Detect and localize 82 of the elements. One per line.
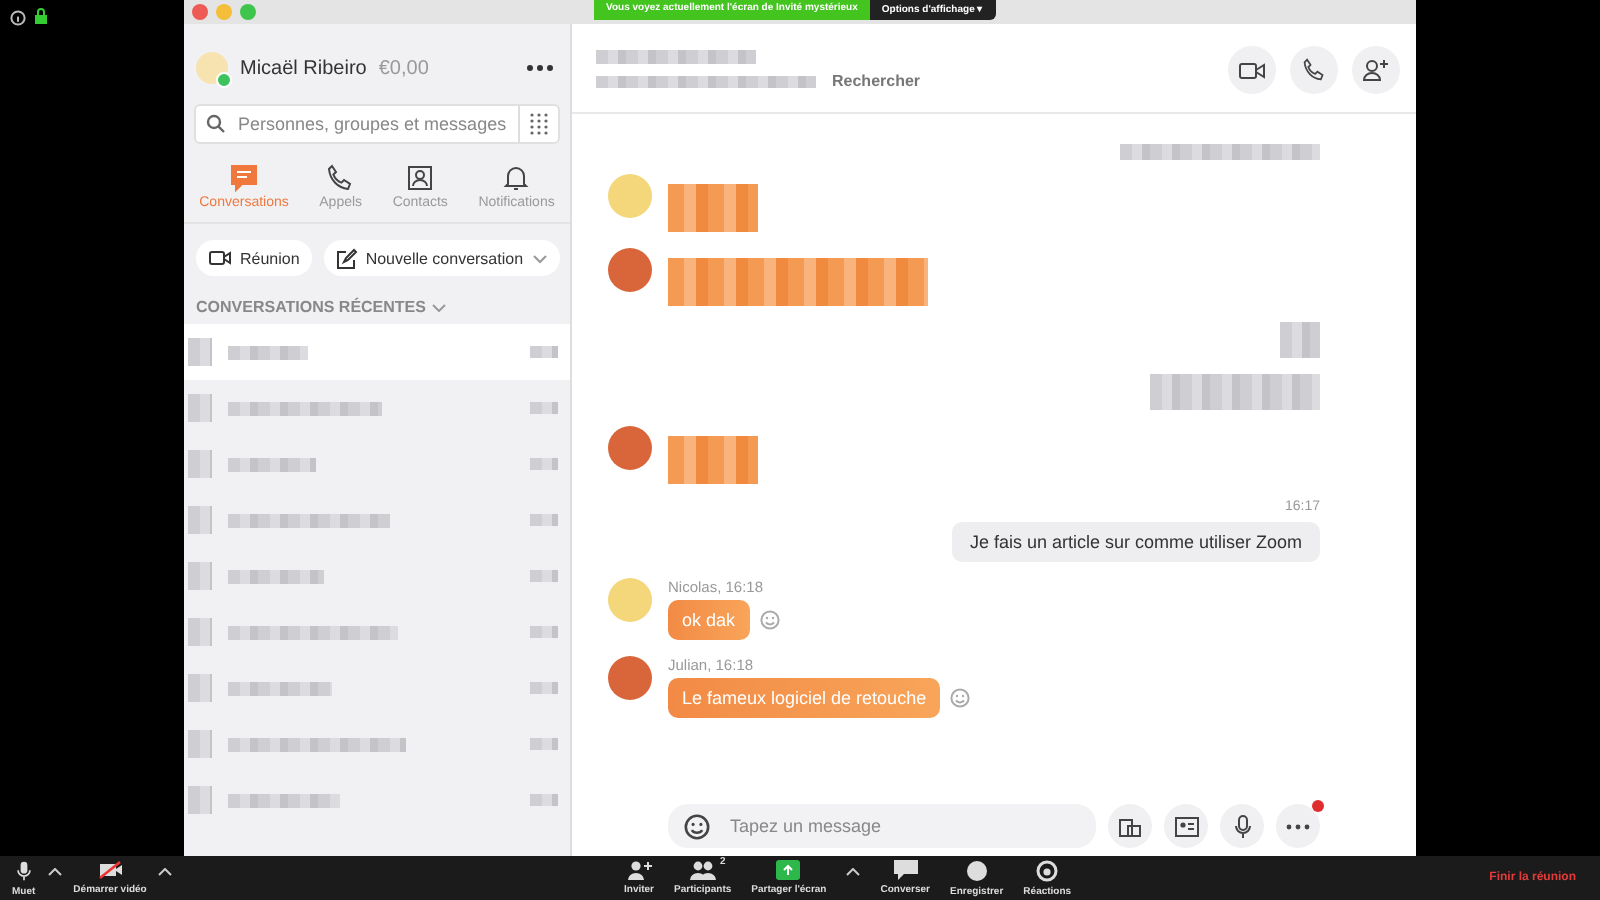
pixelated-text xyxy=(530,346,558,358)
message-bubble: ok dak xyxy=(668,600,750,640)
video-camera-icon xyxy=(208,248,232,268)
microphone-button[interactable] xyxy=(1220,804,1264,848)
more-icon xyxy=(1286,823,1310,829)
balance: €0,00 xyxy=(378,57,429,79)
pixelated-avatar xyxy=(188,562,212,590)
add-person-icon xyxy=(1362,58,1390,82)
message-bubble: Le fameux logiciel de retouche xyxy=(668,678,941,718)
message-bubble: Je fais un article sur comme utiliser Zoom xyxy=(951,522,1320,562)
message-bar[interactable]: Tapez un message xyxy=(668,804,1096,848)
pixelated-text xyxy=(228,345,308,359)
caret-icon[interactable] xyxy=(47,868,62,876)
chevron-down-icon xyxy=(531,253,548,263)
more-icon[interactable] xyxy=(526,64,554,72)
user-avatar[interactable] xyxy=(196,52,228,84)
reaction-icon xyxy=(1036,859,1059,881)
zoom-button[interactable] xyxy=(240,4,256,20)
more-button[interactable] xyxy=(1276,804,1320,848)
pixelated-text xyxy=(530,458,558,470)
chat-bubble-icon xyxy=(230,164,258,192)
contact-card-button[interactable] xyxy=(1164,804,1208,848)
add-person-icon xyxy=(626,860,652,880)
pixelated-avatar xyxy=(188,786,212,814)
search-bar[interactable]: Personnes, groupes et messages xyxy=(194,104,560,144)
section-header: CONVERSATIONS RÉCENTES xyxy=(196,298,426,316)
people-icon xyxy=(689,860,716,880)
screenshot-icon xyxy=(1118,814,1142,838)
meeting-button[interactable]: Réunion xyxy=(196,240,312,276)
video-call-button[interactable] xyxy=(1228,46,1276,94)
search-field[interactable]: Personnes, groupes et messages xyxy=(234,112,510,136)
pixelated-avatar xyxy=(188,730,212,758)
close-button[interactable] xyxy=(192,4,208,20)
message-input[interactable]: Tapez un message xyxy=(726,814,1080,838)
pixelated-message xyxy=(668,436,758,484)
pixelated-text xyxy=(530,626,558,638)
phone-call-button[interactable] xyxy=(1290,46,1338,94)
pixelated-text xyxy=(228,681,332,695)
phone-icon xyxy=(326,164,355,192)
chevron-down-icon xyxy=(431,303,446,311)
new-conversation-button[interactable]: Nouvelle conversation xyxy=(323,240,560,276)
pixelated-avatar xyxy=(188,394,212,422)
phone-icon xyxy=(1302,58,1326,82)
search-link[interactable]: Rechercher xyxy=(832,72,921,90)
pixelated-text xyxy=(530,514,558,526)
conversation-item[interactable] xyxy=(184,324,570,380)
pixelated-text xyxy=(530,794,558,806)
pixelated-avatar xyxy=(188,450,212,478)
smiley-icon[interactable] xyxy=(684,813,710,839)
lock-icon xyxy=(34,8,48,24)
pixelated-message xyxy=(1280,322,1320,358)
compose-icon xyxy=(335,247,358,269)
add-person-button[interactable] xyxy=(1352,46,1400,94)
video-camera-icon xyxy=(1238,59,1266,81)
screenshot-button[interactable] xyxy=(1108,804,1152,848)
pixelated-avatar xyxy=(188,618,212,646)
video-off-icon xyxy=(97,860,124,880)
pixelated-avatar xyxy=(188,506,212,534)
info-icon xyxy=(10,10,26,26)
pixelated-text xyxy=(530,682,558,694)
pixelated-text xyxy=(228,793,340,807)
pixelated-text xyxy=(228,457,316,471)
caret-icon[interactable] xyxy=(158,868,173,876)
chat-bubble-icon xyxy=(893,860,918,880)
microphone-icon xyxy=(1233,813,1251,839)
bell-icon xyxy=(502,164,531,192)
pixelated-text xyxy=(530,738,558,750)
user-name: Micaël Ribeiro xyxy=(240,57,367,79)
search-icon xyxy=(206,114,226,134)
record-icon xyxy=(965,859,988,881)
contact-card-icon xyxy=(1173,815,1199,837)
pixelated-text xyxy=(228,569,324,583)
share-screen-icon xyxy=(776,860,801,880)
pixelated-text xyxy=(530,402,558,414)
pixelated-message xyxy=(668,184,758,232)
contact-card-icon xyxy=(406,164,435,192)
pixelated-text xyxy=(530,570,558,582)
minimize-button[interactable] xyxy=(216,4,232,20)
pixelated-avatar xyxy=(188,338,212,366)
microphone-icon xyxy=(15,859,32,881)
pixelated-avatar xyxy=(188,674,212,702)
caret-icon[interactable] xyxy=(846,868,861,876)
